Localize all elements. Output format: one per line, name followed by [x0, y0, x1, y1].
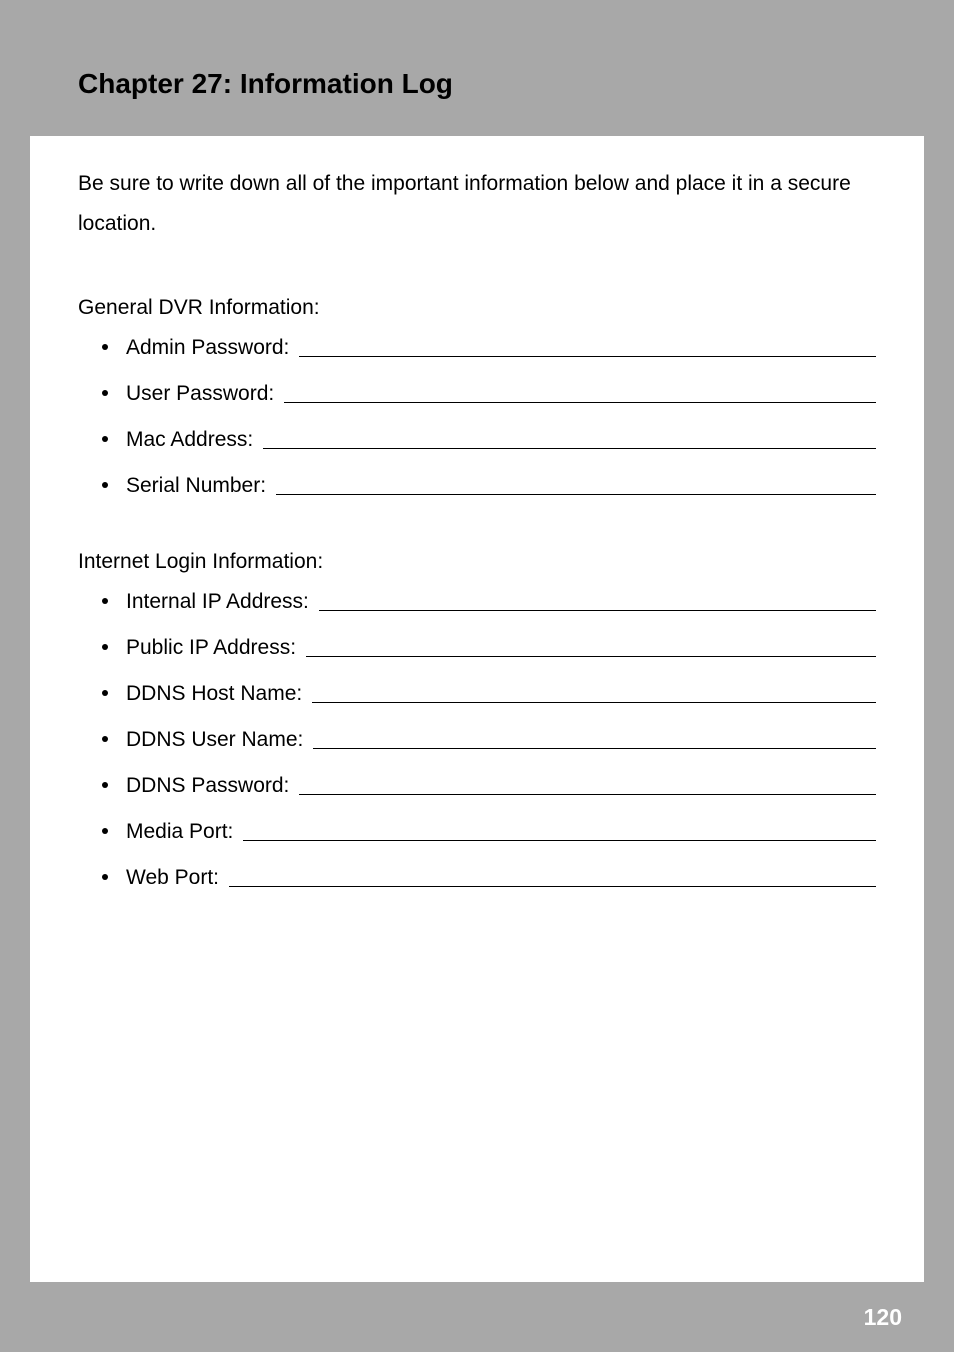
- bullet-icon: [102, 782, 108, 788]
- fill-line: [263, 448, 876, 449]
- bullet-icon: [102, 736, 108, 742]
- list-item: Public IP Address:: [126, 636, 876, 660]
- fill-line: [299, 356, 876, 357]
- info-list-internet: Internal IP Address: Public IP Address: …: [78, 590, 876, 890]
- bullet-icon: [102, 644, 108, 650]
- document-page: Chapter 27: Information Log Be sure to w…: [30, 30, 924, 1282]
- bullet-icon: [102, 436, 108, 442]
- fill-line: [313, 748, 876, 749]
- item-label: Admin Password:: [126, 336, 289, 360]
- item-label: Mac Address:: [126, 428, 253, 452]
- list-item: Mac Address:: [126, 428, 876, 452]
- section-general: General DVR Information: Admin Password:…: [78, 296, 876, 498]
- bullet-icon: [102, 390, 108, 396]
- list-item: DDNS User Name:: [126, 728, 876, 752]
- page-number: 120: [864, 1304, 902, 1331]
- list-item: DDNS Password:: [126, 774, 876, 798]
- page-footer: 120: [0, 1282, 954, 1352]
- item-label: Media Port:: [126, 820, 233, 844]
- content-area: Be sure to write down all of the importa…: [30, 136, 924, 890]
- list-item: Serial Number:: [126, 474, 876, 498]
- fill-line: [229, 886, 876, 887]
- item-label: Serial Number:: [126, 474, 266, 498]
- fill-line: [243, 840, 876, 841]
- bullet-icon: [102, 874, 108, 880]
- fill-line: [276, 494, 876, 495]
- list-item: Media Port:: [126, 820, 876, 844]
- fill-line: [306, 656, 876, 657]
- item-label: Web Port:: [126, 866, 219, 890]
- item-label: DDNS Password:: [126, 774, 289, 798]
- info-list-general: Admin Password: User Password: Mac Addre…: [78, 336, 876, 498]
- item-label: DDNS Host Name:: [126, 682, 302, 706]
- section-heading: General DVR Information:: [78, 296, 876, 320]
- bullet-icon: [102, 344, 108, 350]
- list-item: User Password:: [126, 382, 876, 406]
- item-label: Internal IP Address:: [126, 590, 309, 614]
- item-label: User Password:: [126, 382, 274, 406]
- chapter-header: Chapter 27: Information Log: [30, 30, 924, 136]
- list-item: Admin Password:: [126, 336, 876, 360]
- chapter-title: Chapter 27: Information Log: [78, 68, 924, 100]
- list-item: DDNS Host Name:: [126, 682, 876, 706]
- fill-line: [319, 610, 876, 611]
- intro-paragraph: Be sure to write down all of the importa…: [78, 164, 876, 244]
- item-label: DDNS User Name:: [126, 728, 303, 752]
- fill-line: [299, 794, 876, 795]
- bullet-icon: [102, 598, 108, 604]
- list-item: Internal IP Address:: [126, 590, 876, 614]
- section-internet: Internet Login Information: Internal IP …: [78, 550, 876, 890]
- item-label: Public IP Address:: [126, 636, 296, 660]
- fill-line: [284, 402, 876, 403]
- bullet-icon: [102, 482, 108, 488]
- bullet-icon: [102, 690, 108, 696]
- bullet-icon: [102, 828, 108, 834]
- section-heading: Internet Login Information:: [78, 550, 876, 574]
- fill-line: [312, 702, 876, 703]
- list-item: Web Port:: [126, 866, 876, 890]
